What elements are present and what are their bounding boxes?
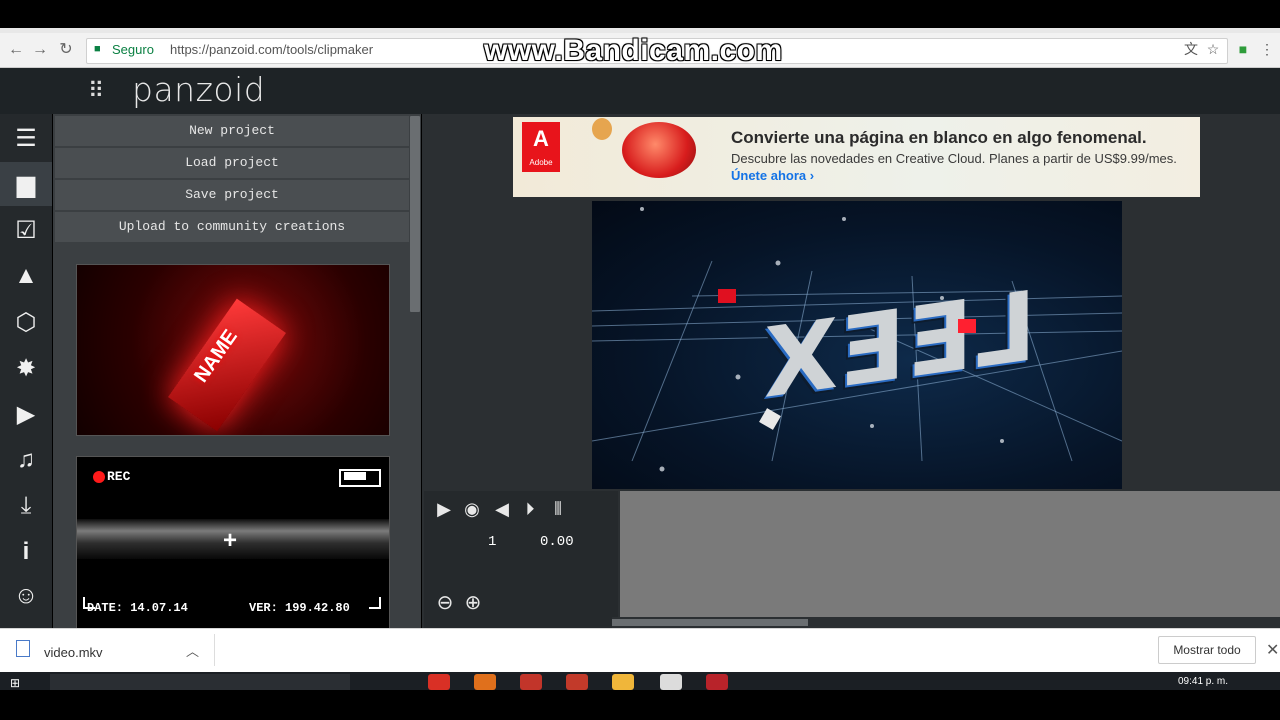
info-icon[interactable]: i (0, 530, 52, 574)
cube-icon[interactable]: ⬡ (0, 300, 52, 344)
panzoid-logo[interactable]: panzoid (132, 70, 265, 109)
new-project-button[interactable]: New project (55, 116, 409, 147)
ad-subline: Descubre las novedades en Creative Cloud… (731, 151, 1177, 166)
rec-label: REC (107, 469, 131, 484)
lock-icon: ■ (94, 43, 101, 55)
menu-icon[interactable]: ☰ (0, 116, 52, 160)
red-cube (958, 319, 976, 333)
extension-icon[interactable]: ■ (1234, 40, 1252, 58)
viewport-margin-left (422, 201, 592, 489)
ad-cta-link[interactable]: Únete ahora › (731, 168, 814, 183)
load-project-button[interactable]: Load project (55, 148, 409, 179)
zoom-in-icon[interactable]: ⊕ (460, 590, 486, 616)
file-icon (16, 640, 30, 657)
frame-corner (369, 597, 381, 609)
frame-number: 1 (488, 534, 497, 550)
balloon-graphic (592, 118, 612, 140)
star-icon[interactable]: ☆ (1204, 40, 1222, 58)
crosshair-icon: + (223, 527, 238, 554)
show-all-button[interactable]: Mostrar todo (1158, 636, 1256, 664)
chevron-up-icon[interactable]: ︿ (186, 641, 199, 660)
menu-dots-icon[interactable]: ⋮ (1258, 40, 1276, 58)
app-taskbar-icon[interactable] (474, 674, 496, 690)
music-icon[interactable]: ♫ (0, 438, 52, 482)
eye-icon[interactable]: ◉ (460, 498, 484, 520)
time-readout: 0.00 (540, 534, 574, 550)
step-forward-icon[interactable]: ⏵ (518, 498, 542, 520)
timeline-track[interactable] (620, 491, 1280, 617)
app-taskbar-icon[interactable] (660, 674, 682, 690)
timeline-scroll-thumb[interactable] (612, 619, 808, 626)
rec-dot-icon (93, 471, 105, 483)
chrome-taskbar-icon[interactable] (428, 674, 450, 690)
folder-icon[interactable]: ▆ (0, 162, 52, 206)
apps-grid-icon[interactable]: ⠿ (88, 80, 104, 102)
recording-watermark: www.Bandicam.com (484, 34, 783, 67)
url-text[interactable]: https://panzoid.com/tools/clipmaker (170, 42, 373, 57)
battery-level (344, 472, 366, 480)
play-icon[interactable]: ▶ (432, 498, 456, 520)
download-icon[interactable]: ⤓ (0, 484, 52, 528)
record-taskbar-icon[interactable] (706, 674, 728, 690)
preview-viewport[interactable]: LEEX (592, 201, 1122, 489)
letterbox-bottom (0, 690, 1280, 720)
app-taskbar-icon[interactable] (566, 674, 588, 690)
template-thumbnail[interactable]: NAME (76, 264, 390, 436)
close-icon[interactable]: ✕ (1266, 640, 1279, 660)
secure-label: Seguro (112, 42, 154, 57)
ver-label: VER: 199.42.80 (249, 601, 350, 615)
zoom-out-icon[interactable]: ⊖ (432, 590, 458, 616)
app-taskbar-icon[interactable] (520, 674, 542, 690)
adobe-logo: A Adobe (522, 122, 560, 172)
save-project-button[interactable]: Save project (55, 180, 409, 211)
checkbox-icon[interactable]: ☑ (0, 208, 52, 252)
ad-headline: Convierte una página en blanco en algo f… (731, 128, 1147, 147)
smiley-icon[interactable]: ☺ (0, 574, 52, 618)
download-file-name[interactable]: video.mkv (44, 645, 103, 660)
date-label: DATE: 14.07.14 (87, 601, 188, 615)
upload-community-button[interactable]: Upload to community creations (55, 212, 409, 243)
template-thumbnail-camcorder[interactable]: REC + DATE: 14.07.14 VER: 199.42.80 (76, 456, 390, 630)
creative-cloud-balloon (622, 122, 696, 178)
image-icon[interactable]: ▲ (0, 254, 52, 298)
thumbnail-graphic (168, 298, 286, 432)
waveform-icon[interactable]: ⫴ (546, 498, 570, 520)
tool-rail: ☰ ▆ ☑ ▲ ⬡ ✸ ▶ ♫ ⤓ i ☺ (0, 114, 52, 628)
shelf-divider (214, 634, 215, 666)
folder-taskbar-icon[interactable] (612, 674, 634, 690)
back-icon[interactable]: ← (6, 40, 26, 60)
reload-icon[interactable]: ↻ (56, 40, 76, 60)
translate-icon[interactable]: 文 (1182, 40, 1200, 58)
taskbar-search[interactable] (50, 674, 350, 690)
red-cube (718, 289, 736, 303)
taskbar-clock: 09:41 p. m. (1178, 676, 1229, 687)
forward-icon[interactable]: → (30, 40, 50, 60)
burst-icon[interactable]: ✸ (0, 346, 52, 390)
windows-start-icon[interactable]: ⊞ (10, 676, 20, 690)
volume-icon[interactable]: ◀ (490, 498, 514, 520)
viewport-margin-right (1122, 201, 1280, 489)
camera-icon[interactable]: ▶ (0, 392, 52, 436)
panel-scroll-thumb[interactable] (410, 116, 420, 312)
